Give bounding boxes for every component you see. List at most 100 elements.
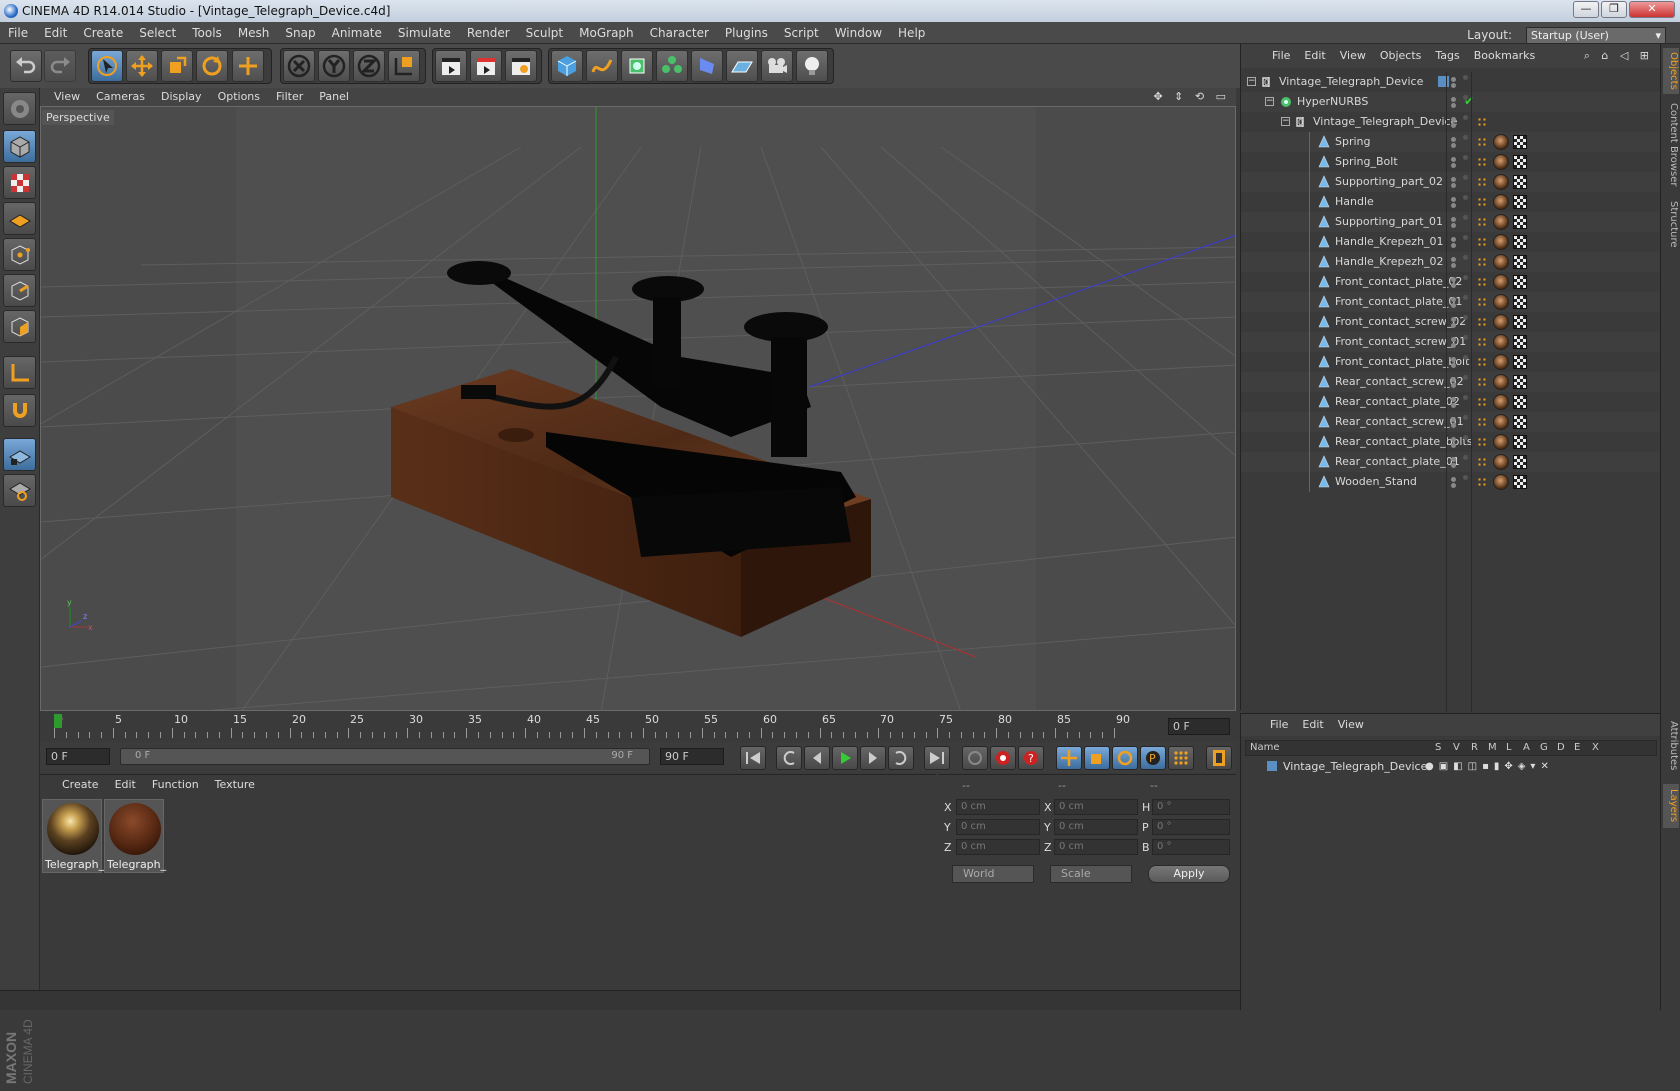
phong-tag-icon[interactable] [1477, 357, 1487, 367]
prev-frame-button[interactable] [804, 746, 830, 770]
uvw-tag-icon[interactable] [1513, 355, 1527, 369]
object-menu-edit[interactable]: Edit [1297, 44, 1332, 68]
material-tag-icon[interactable] [1493, 234, 1509, 250]
menu-script[interactable]: Script [776, 22, 827, 44]
object-row[interactable]: Front_contact_plate_02 [1241, 272, 1661, 292]
close-button[interactable]: ✕ [1629, 1, 1675, 18]
enable-dot[interactable] [1463, 195, 1468, 200]
subdivision-surface-button[interactable] [621, 50, 653, 82]
key-position-button[interactable] [1056, 746, 1082, 770]
viewport-menu-cameras[interactable]: Cameras [88, 88, 153, 106]
uvw-tag-icon[interactable] [1513, 475, 1527, 489]
enable-dot[interactable] [1463, 455, 1468, 460]
key-parameter-button[interactable]: P [1140, 746, 1166, 770]
coordinate-mode-dropdown[interactable]: World [952, 865, 1034, 883]
material-swatch[interactable]: Telegraph_ [42, 799, 104, 873]
uvw-tag-icon[interactable] [1513, 375, 1527, 389]
render-visibility-dot[interactable] [1451, 463, 1456, 468]
enable-dot[interactable] [1463, 375, 1468, 380]
uvw-tag-icon[interactable] [1513, 215, 1527, 229]
editor-visibility-dot[interactable] [1451, 157, 1456, 162]
enabled-check-icon[interactable]: ✔ [1464, 94, 1474, 108]
perspective-viewport[interactable]: y x z [40, 106, 1236, 711]
planar-workplane-button[interactable] [3, 474, 36, 507]
enable-dot[interactable] [1463, 155, 1468, 160]
material-tag-icon[interactable] [1493, 254, 1509, 270]
layer-menu-edit[interactable]: Edit [1295, 714, 1330, 736]
render-visibility-dot[interactable] [1451, 443, 1456, 448]
render-visibility-dot[interactable] [1451, 303, 1456, 308]
material-tag-icon[interactable] [1493, 334, 1509, 350]
editor-visibility-dot[interactable] [1451, 437, 1456, 442]
enable-dot[interactable] [1463, 335, 1468, 340]
layer-col-d[interactable]: D [1557, 742, 1565, 753]
render-visibility-dot[interactable] [1451, 123, 1456, 128]
render-visibility-dot[interactable] [1451, 143, 1456, 148]
z-axis-button[interactable] [353, 50, 385, 82]
position-y-field[interactable]: 0 cm [956, 819, 1040, 835]
layer-col-a[interactable]: A [1523, 742, 1530, 753]
object-row[interactable]: Rear_contact_plate_02 [1241, 392, 1661, 412]
layer-color-swatch[interactable] [1267, 761, 1277, 771]
render-visibility-dot[interactable] [1451, 83, 1456, 88]
object-row[interactable]: Supporting_part_01 [1241, 212, 1661, 232]
uvw-tag-icon[interactable] [1513, 455, 1527, 469]
next-frame-button[interactable] [860, 746, 886, 770]
size-z-field[interactable]: 0 cm [1054, 839, 1138, 855]
viewport-menu-view[interactable]: View [40, 88, 88, 106]
object-row[interactable]: Handle_Krepezh_01 [1241, 232, 1661, 252]
render-visibility-dot[interactable] [1451, 343, 1456, 348]
uvw-tag-icon[interactable] [1513, 195, 1527, 209]
editor-visibility-dot[interactable] [1451, 417, 1456, 422]
enable-dot[interactable] [1463, 215, 1468, 220]
object-row[interactable]: −0 Vintage_Telegraph_Device [1241, 112, 1661, 132]
material-tag-icon[interactable] [1493, 194, 1509, 210]
editor-visibility-dot[interactable] [1451, 397, 1456, 402]
uvw-tag-icon[interactable] [1513, 415, 1527, 429]
editor-visibility-dot[interactable] [1451, 77, 1456, 82]
editor-visibility-dot[interactable] [1451, 277, 1456, 282]
phong-tag-icon[interactable] [1477, 177, 1487, 187]
editor-visibility-dot[interactable] [1451, 257, 1456, 262]
object-menu-view[interactable]: View [1333, 44, 1373, 68]
layer-col-m[interactable]: M [1488, 742, 1497, 753]
phong-tag-icon[interactable] [1477, 477, 1487, 487]
texture-mode-button[interactable] [3, 166, 36, 199]
start-frame-field[interactable]: 0 F [46, 748, 110, 765]
phong-tag-icon[interactable] [1477, 137, 1487, 147]
editor-visibility-dot[interactable] [1451, 477, 1456, 482]
material-tag-icon[interactable] [1493, 314, 1509, 330]
layer-col-l[interactable]: L [1506, 742, 1512, 753]
material-swatch[interactable]: Telegraph_ [104, 799, 166, 873]
enable-dot[interactable] [1463, 175, 1468, 180]
enable-dot[interactable] [1463, 235, 1468, 240]
object-menu-file[interactable]: File [1265, 44, 1297, 68]
deformer-button[interactable] [691, 50, 723, 82]
uvw-tag-icon[interactable] [1513, 295, 1527, 309]
scale-tool-button[interactable] [161, 50, 193, 82]
layer-col-e[interactable]: E [1574, 742, 1580, 753]
phong-tag-icon[interactable] [1477, 157, 1487, 167]
render-visibility-dot[interactable] [1451, 323, 1456, 328]
model-mode-button[interactable] [3, 130, 36, 163]
editor-visibility-dot[interactable] [1451, 297, 1456, 302]
phong-tag-icon[interactable] [1477, 197, 1487, 207]
material-tag-icon[interactable] [1493, 374, 1509, 390]
phong-tag-icon[interactable] [1477, 277, 1487, 287]
material-menu-texture[interactable]: Texture [207, 775, 263, 795]
viewport-menu-filter[interactable]: Filter [268, 88, 311, 106]
uvw-tag-icon[interactable] [1513, 435, 1527, 449]
position-x-field[interactable]: 0 cm [956, 799, 1040, 815]
workplane-mode-button[interactable] [3, 202, 36, 235]
phong-tag-icon[interactable] [1477, 397, 1487, 407]
object-row[interactable]: Rear_contact_plate_bolts [1241, 432, 1661, 452]
render-visibility-dot[interactable] [1451, 243, 1456, 248]
object-row[interactable]: Rear_contact_screw_01 [1241, 412, 1661, 432]
object-row[interactable]: Front_contact_plate_bolt [1241, 352, 1661, 372]
editor-visibility-dot[interactable] [1451, 117, 1456, 122]
object-row[interactable]: Spring [1241, 132, 1661, 152]
material-tag-icon[interactable] [1493, 274, 1509, 290]
uvw-tag-icon[interactable] [1513, 395, 1527, 409]
viewport-nav-icons[interactable]: ✥ ⇕ ⟲ ▭ [1153, 88, 1230, 106]
enable-dot[interactable] [1463, 415, 1468, 420]
